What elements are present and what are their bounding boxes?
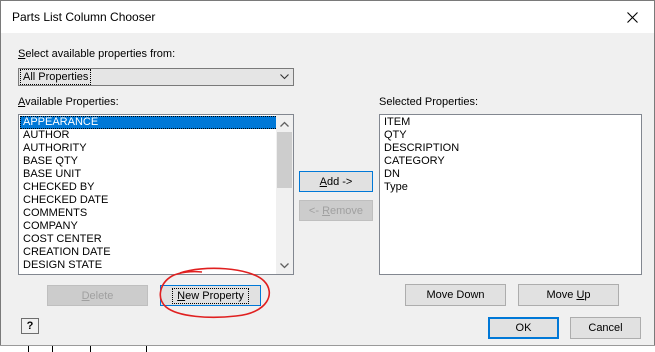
list-item[interactable]: CHECKED BY — [20, 181, 292, 194]
new-property-rest: ew Property — [185, 289, 244, 302]
selected-items: ITEM QTY DESCRIPTION CATEGORY DN Type — [381, 116, 640, 194]
move-down-label: Move Down — [426, 289, 485, 301]
ok-label: OK — [515, 322, 532, 334]
chevron-up-icon — [280, 121, 289, 127]
background-line — [52, 346, 53, 352]
remove-prefix: <- — [308, 204, 323, 217]
list-item[interactable]: DESCRIPTION — [381, 142, 640, 155]
list-item[interactable]: BASE QTY — [20, 155, 292, 168]
list-item[interactable]: CREATION DATE — [20, 246, 292, 259]
delete-rest: elete — [89, 289, 114, 302]
source-label-rest: elect available properties from: — [25, 48, 176, 60]
available-label-rest: vailable Properties: — [25, 96, 119, 108]
list-item[interactable]: CHECKED DATE — [20, 194, 292, 207]
ok-button[interactable]: OK — [488, 317, 559, 339]
delete-button[interactable]: Delete — [47, 285, 148, 306]
new-property-button[interactable]: New Property — [160, 285, 261, 306]
column-chooser-dialog: Parts List Column Chooser Select availab… — [0, 0, 655, 346]
cancel-button[interactable]: Cancel — [570, 317, 641, 339]
list-item[interactable]: QTY — [381, 129, 640, 142]
remove-accel: R — [322, 204, 331, 217]
close-icon — [626, 11, 638, 23]
help-icon: ? — [26, 320, 34, 332]
move-up-rest: p — [584, 289, 591, 301]
remove-rest: emove — [330, 204, 364, 217]
move-up-button[interactable]: Move Up — [518, 284, 619, 306]
close-button[interactable] — [610, 1, 654, 33]
scroll-up-button[interactable] — [276, 115, 293, 132]
background-line — [90, 346, 91, 352]
property-source-value: All Properties — [19, 69, 92, 85]
scroll-thumb[interactable] — [277, 132, 292, 188]
new-property-accel: N — [177, 289, 186, 302]
list-item[interactable]: CATEGORY — [381, 155, 640, 168]
list-item[interactable]: Type — [381, 181, 640, 194]
dialog-title: Parts List Column Chooser — [12, 10, 156, 24]
add-rest: dd -> — [326, 175, 353, 188]
delete-accel: D — [81, 289, 90, 302]
title-bar: Parts List Column Chooser — [1, 1, 654, 33]
list-item[interactable]: COMPANY — [20, 220, 292, 233]
selected-properties-label: Selected Properties: — [379, 96, 479, 108]
add-accel: A — [319, 175, 327, 188]
add-button[interactable]: Add -> — [299, 171, 373, 192]
available-properties-list[interactable]: APPEARANCE AUTHOR AUTHORITY BASE QTY BASE UN… — [18, 114, 294, 275]
help-button[interactable]: ? — [21, 318, 39, 334]
source-label: Select available properties from: — [18, 48, 175, 60]
move-down-button[interactable]: Move Down — [405, 284, 506, 306]
list-item[interactable]: COST CENTER — [20, 233, 292, 246]
list-item[interactable]: ITEM — [381, 116, 640, 129]
scroll-down-button[interactable] — [276, 257, 293, 274]
list-item[interactable]: AUTHOR — [20, 129, 292, 142]
available-items: APPEARANCE AUTHOR AUTHORITY BASE QTY BASE UN… — [20, 116, 292, 272]
list-item[interactable]: AUTHORITY — [20, 142, 292, 155]
list-item[interactable]: APPEARANCE — [20, 116, 292, 129]
chevron-down-icon[interactable] — [276, 69, 293, 85]
list-item[interactable]: COMMENTS — [20, 207, 292, 220]
list-item[interactable]: BASE UNIT — [20, 168, 292, 181]
background-line — [146, 346, 147, 352]
chevron-down-icon — [280, 262, 289, 268]
list-item[interactable]: DESIGN STATE — [20, 259, 292, 272]
background-divider — [0, 345, 655, 346]
new-property-focus: New Property — [172, 287, 249, 304]
available-scrollbar[interactable] — [276, 115, 293, 274]
available-properties-label: Available Properties: — [18, 96, 119, 108]
selected-properties-list[interactable]: ITEM QTY DESCRIPTION CATEGORY DN Type — [379, 114, 642, 275]
property-source-dropdown[interactable]: All Properties — [18, 68, 294, 86]
move-up-prefix: Move — [546, 289, 577, 301]
cancel-label: Cancel — [588, 322, 623, 334]
background-line — [28, 346, 29, 352]
list-item[interactable]: DN — [381, 168, 640, 181]
remove-button[interactable]: <- Remove — [299, 200, 373, 221]
